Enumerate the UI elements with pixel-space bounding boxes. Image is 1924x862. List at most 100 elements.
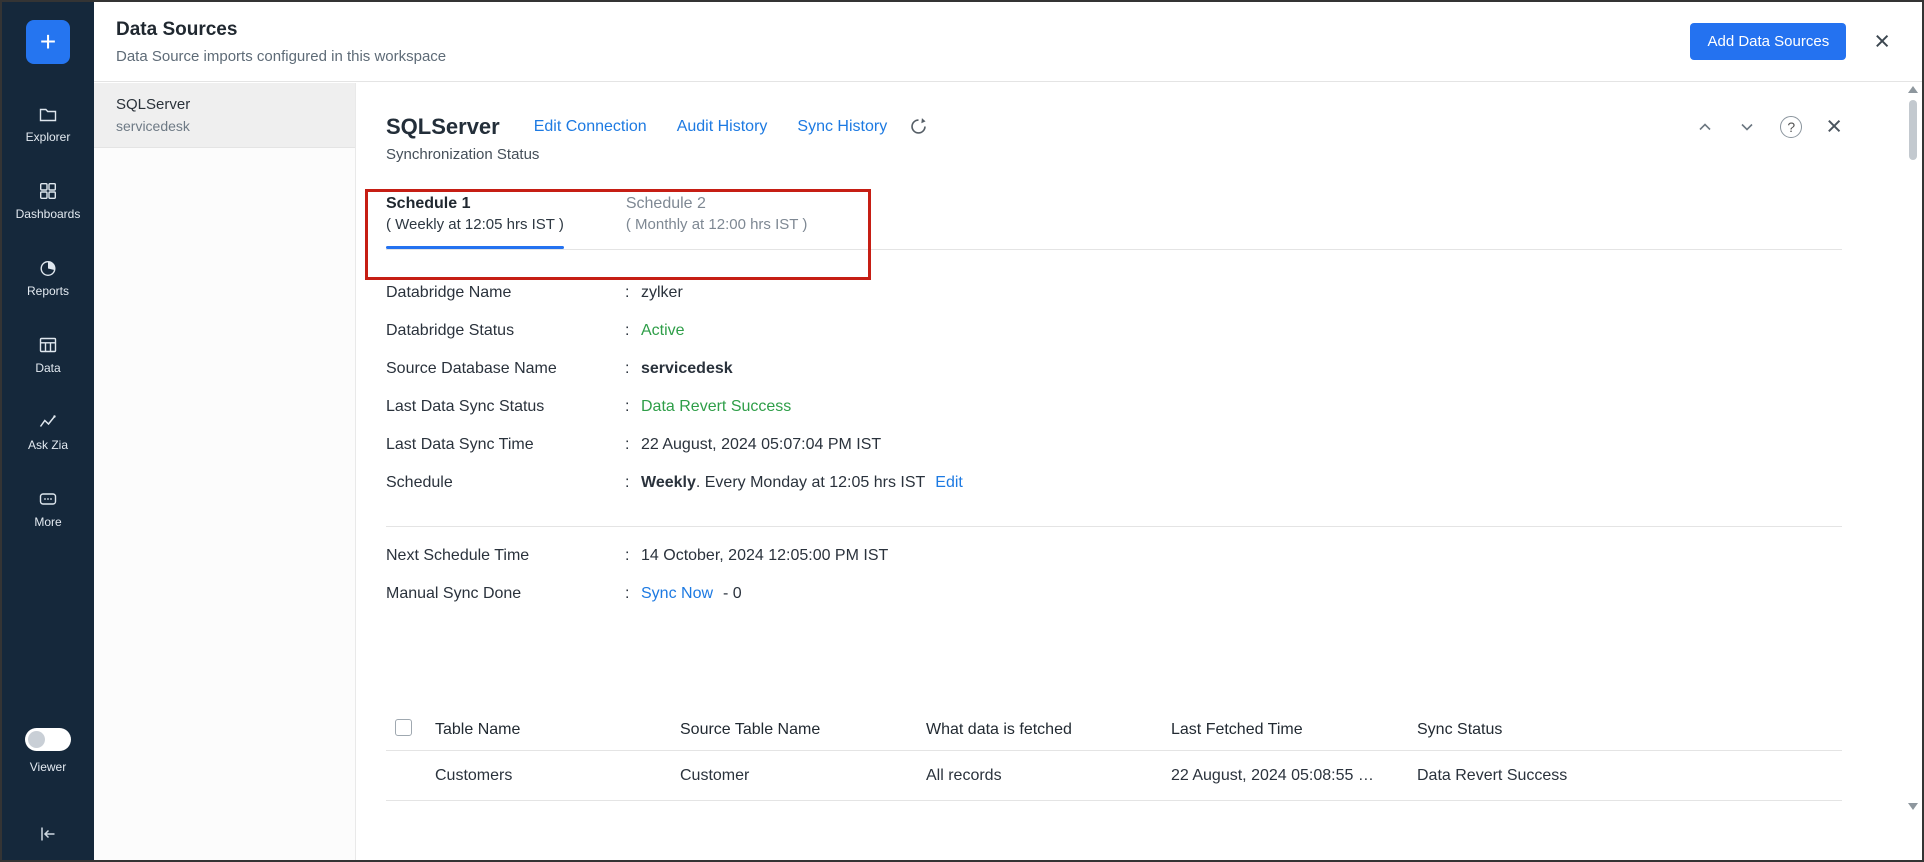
viewer-label: Viewer [29, 760, 67, 774]
sync-history-link[interactable]: Sync History [797, 118, 887, 136]
column-header-last-fetched: Last Fetched Time [1171, 720, 1303, 738]
column-header-what-data: What data is fetched [926, 720, 1072, 738]
cell-table-name: Customers [435, 766, 513, 784]
sidebar-item-dashboards[interactable]: Dashboards [15, 181, 81, 221]
detail-label: Databridge Name [386, 284, 512, 301]
colon: : [625, 474, 630, 491]
scroll-down-icon[interactable] [1908, 803, 1918, 810]
zia-chart-icon [38, 412, 58, 432]
colon: : [625, 322, 630, 339]
detail-row-last-sync-status: Last Data Sync Status : Data Revert Succ… [386, 388, 1842, 426]
detail-value: zylker [641, 284, 683, 301]
detail-row-databridge-name: Databridge Name : zylker [386, 274, 1842, 312]
detail-label: Next Schedule Time [386, 547, 530, 564]
detail-label: Last Data Sync Time [386, 436, 534, 453]
colon: : [625, 398, 630, 415]
create-new-button[interactable]: + [26, 20, 70, 64]
detail-value: Sync Now - 0 [641, 585, 742, 603]
edit-schedule-link[interactable]: Edit [935, 474, 963, 491]
detail-value: 14 October, 2024 12:05:00 PM IST [641, 547, 889, 564]
audit-history-link[interactable]: Audit History [677, 118, 768, 136]
sidebar-item-more[interactable]: More [34, 489, 62, 529]
viewer-toggle[interactable] [25, 728, 71, 751]
tab-schedule-2[interactable]: Schedule 2 ( Monthly at 12:00 hrs IST ) [626, 195, 807, 233]
ellipsis-icon [38, 489, 58, 509]
sidebar-item-ask-zia[interactable]: Ask Zia [28, 412, 68, 452]
app-window: + Explorer Dashboards Reports Data Ask Z… [0, 0, 1924, 862]
cell-source-table-name: Customer [680, 766, 750, 784]
column-header-sync-status: Sync Status [1417, 720, 1503, 738]
folder-icon [38, 104, 58, 124]
sidebar-item-explorer[interactable]: Explorer [25, 104, 71, 144]
panel-controls: ? × [1696, 113, 1842, 140]
tab-subtitle: ( Monthly at 12:00 hrs IST ) [625, 216, 808, 233]
colon: : [625, 547, 630, 564]
tab-schedule-1[interactable]: Schedule 1 ( Weekly at 12:05 hrs IST ) [386, 195, 564, 249]
detail-value: 22 August, 2024 05:07:04 PM IST [641, 436, 882, 453]
chevron-down-icon[interactable] [1738, 118, 1756, 136]
detail-label: Manual Sync Done [386, 585, 522, 602]
page-title: Data Sources [116, 18, 238, 40]
data-source-list: SQLServer servicedesk [94, 83, 356, 860]
page-header: Data Sources Data Source imports configu… [94, 2, 1922, 82]
tab-subtitle: ( Weekly at 12:05 hrs IST ) [386, 216, 564, 233]
column-header-table-name: Table Name [435, 720, 521, 738]
detail-row-manual-sync: Manual Sync Done : Sync Now - 0 [386, 575, 1842, 613]
sync-now-link[interactable]: Sync Now [641, 585, 713, 602]
chevron-up-icon[interactable] [1696, 118, 1714, 136]
colon: : [625, 284, 630, 301]
connection-heading-row: SQLServer Edit Connection Audit History … [386, 113, 1842, 140]
detail-row-databridge-status: Databridge Status : Active [386, 312, 1842, 350]
cell-sync-status: Data Revert Success [1417, 766, 1568, 784]
detail-label: Schedule [386, 474, 453, 491]
detail-value: Weekly. Every Monday at 12:05 hrs IST Edi… [641, 474, 963, 492]
table-row[interactable]: Customers Customer All records 22 August… [386, 751, 1842, 801]
status-badge: Data Revert Success [641, 398, 792, 415]
status-badge: Active [641, 322, 685, 339]
page-header-titles: Data Sources Data Source imports configu… [116, 19, 446, 65]
source-database: servicedesk [116, 118, 190, 134]
collapse-sidebar-icon[interactable] [2, 824, 94, 844]
sidebar-item-data[interactable]: Data [35, 335, 61, 375]
detail-row-next-schedule: Next Schedule Time : 14 October, 2024 12… [386, 537, 1842, 575]
pie-chart-icon [38, 258, 58, 278]
add-data-sources-button[interactable]: Add Data Sources [1690, 23, 1847, 60]
tables-table: Table Name Source Table Name What data i… [386, 709, 1842, 801]
detail-value: servicedesk [641, 360, 733, 377]
sidebar-nav: Explorer Dashboards Reports Data Ask Zia… [15, 104, 81, 529]
source-name: SQLServer [116, 96, 191, 113]
divider [386, 526, 1842, 527]
detail-row-last-sync-time: Last Data Sync Time : 22 August, 2024 05… [386, 426, 1842, 464]
vertical-scrollbar [1905, 86, 1921, 810]
detail-label: Last Data Sync Status [386, 398, 545, 415]
close-icon[interactable]: × [1874, 28, 1890, 55]
sidebar-item-label: Reports [26, 284, 70, 298]
manual-sync-count: - 0 [723, 585, 742, 602]
schedule-tabbar: Schedule 1 ( Weekly at 12:05 hrs IST ) S… [386, 195, 1842, 250]
scroll-up-icon[interactable] [1908, 86, 1918, 93]
colon: : [625, 585, 630, 602]
sync-details: Databridge Name : zylker Databridge Stat… [386, 274, 1842, 613]
schedule-frequency: Weekly [641, 474, 696, 491]
scrollbar-thumb[interactable] [1909, 100, 1917, 160]
tab-title: Schedule 2 [625, 195, 706, 212]
sidebar-item-reports[interactable]: Reports [27, 258, 69, 298]
refresh-icon[interactable] [909, 117, 928, 136]
viewer-mode-group: Viewer [2, 728, 94, 774]
help-icon[interactable]: ? [1780, 115, 1803, 138]
schedule-description: . Every Monday at 12:05 hrs IST [695, 474, 926, 491]
connection-title: SQLServer [386, 113, 500, 139]
edit-connection-link[interactable]: Edit Connection [534, 118, 647, 136]
section-label: Synchronization Status [386, 146, 540, 163]
colon: : [625, 360, 630, 377]
grid-icon [38, 181, 58, 201]
list-item-sqlserver[interactable]: SQLServer servicedesk [94, 83, 355, 148]
cell-last-fetched: 22 August, 2024 05:08:55 … [1171, 766, 1374, 784]
select-all-checkbox[interactable] [395, 718, 412, 736]
sidebar-item-label: Explorer [25, 130, 71, 144]
tab-title: Schedule 1 [386, 195, 471, 212]
detail-row-source-database: Source Database Name : servicedesk [386, 350, 1842, 388]
sidebar-item-label: Dashboards [15, 207, 81, 221]
sidebar: + Explorer Dashboards Reports Data Ask Z… [2, 2, 94, 860]
panel-close-icon[interactable]: × [1826, 113, 1842, 140]
